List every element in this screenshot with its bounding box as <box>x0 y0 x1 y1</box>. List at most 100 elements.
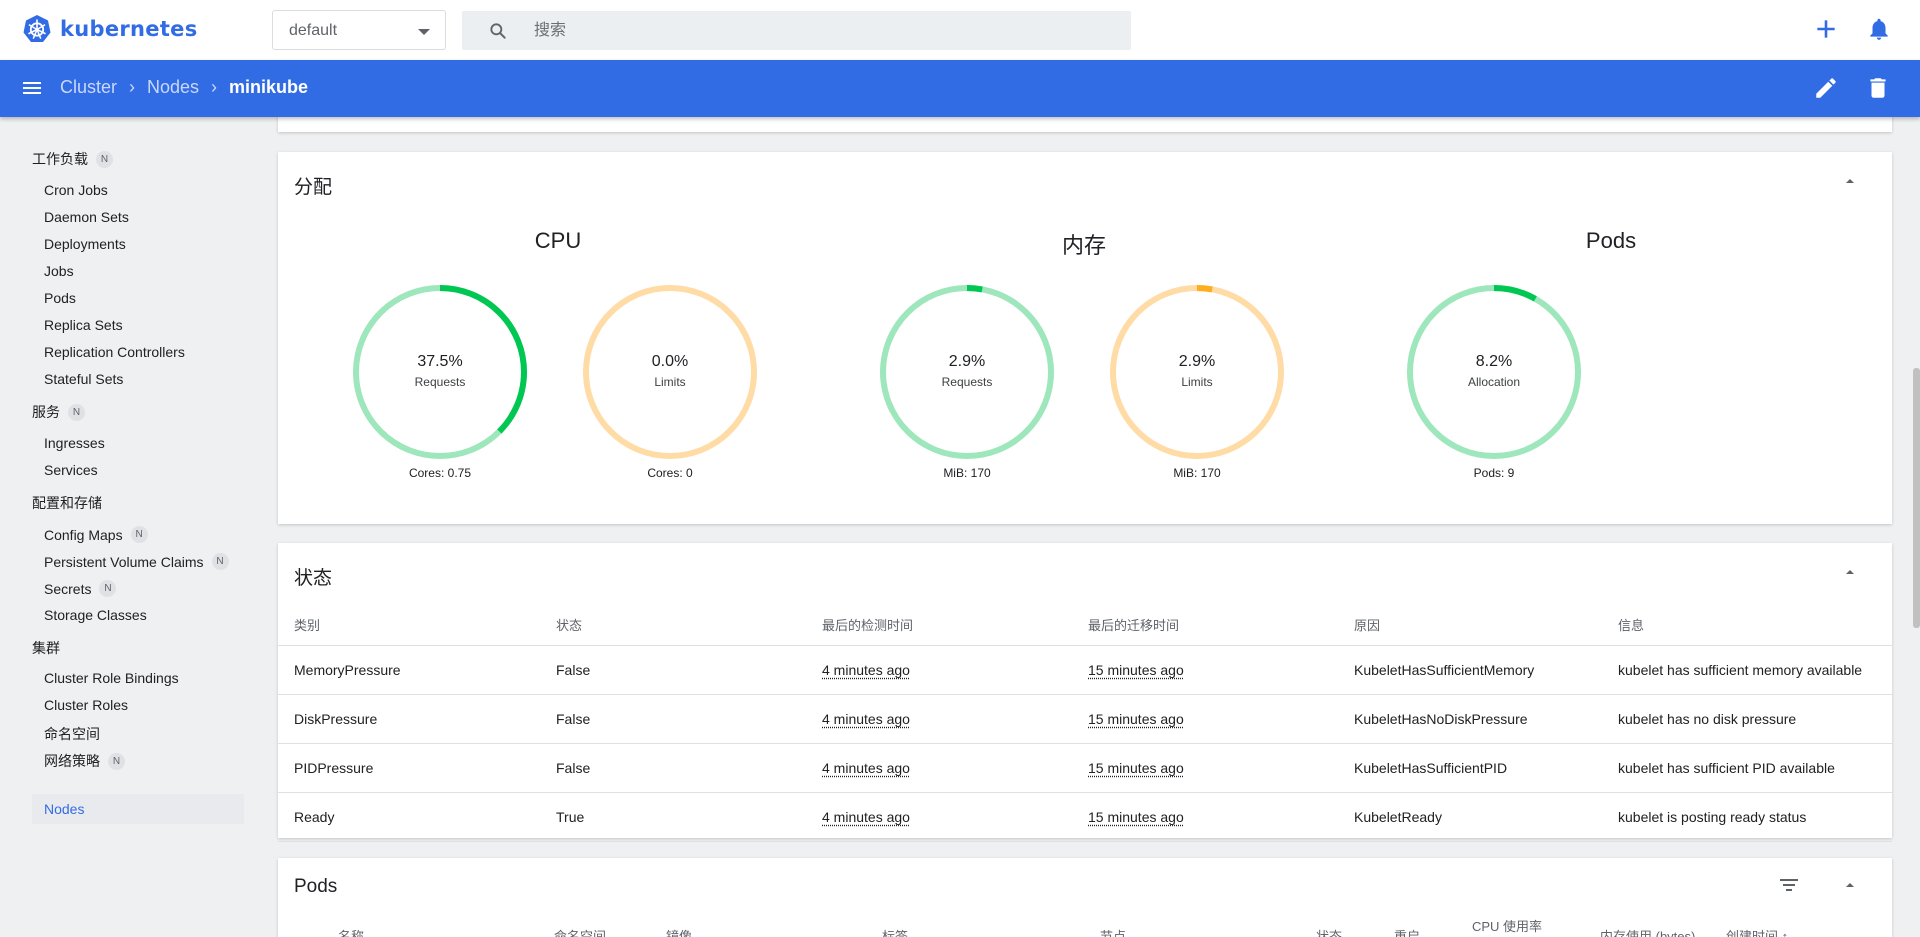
sidebar-item-replication-controllers[interactable]: Replication Controllers <box>44 344 185 360</box>
donut-label: Requests <box>414 375 466 389</box>
cell-type: PIDPressure <box>278 743 540 793</box>
search-icon <box>490 23 506 39</box>
column-header-namespace[interactable]: 命名空间 <box>554 926 606 937</box>
brand-name: kubernetes <box>60 17 198 41</box>
column-header-memory: 内存使用 (bytes) <box>1600 929 1696 937</box>
delete-trash-icon[interactable] <box>1865 75 1891 101</box>
column-header-node[interactable]: 节点 <box>1100 926 1126 937</box>
notifications-bell-icon[interactable] <box>1866 16 1892 42</box>
memory-limits-caption: MiB: 170 <box>1173 466 1221 480</box>
allocation-card: 分配 CPU 内存 Pods 37.5% Requests Cores: 0.75 0… <box>278 152 1892 524</box>
cell-reason: KubeletHasSufficientPID <box>1338 743 1602 793</box>
create-plus-icon[interactable] <box>1813 16 1839 42</box>
collapse-arrow-icon[interactable] <box>1841 876 1859 894</box>
sidebar-item-persistent-volume-claims[interactable]: Persistent Volume Claims N <box>44 553 229 570</box>
column-header-created[interactable]: 创建时间 ↑ <box>1726 926 1788 937</box>
sidebar-item-services[interactable]: Services <box>44 462 98 478</box>
sidebar-section-label: 配置和存储 <box>32 495 102 511</box>
sidebar-item-label: Config Maps <box>44 526 123 543</box>
sidebar-item-replica-sets[interactable]: Replica Sets <box>44 317 123 333</box>
cell-status: False <box>540 694 806 744</box>
column-header-restarts[interactable]: 重启 <box>1394 926 1420 937</box>
sidebar-section-workloads[interactable]: 工作负载 N <box>32 149 113 169</box>
sidebar-section-cluster[interactable]: 集群 <box>32 638 60 658</box>
sidebar-item-daemon-sets[interactable]: Daemon Sets <box>44 209 129 225</box>
sidebar-item-deployments[interactable]: Deployments <box>44 236 126 252</box>
cpu-requests-caption: Cores: 0.75 <box>408 466 472 480</box>
sidebar-section-services[interactable]: 服务 N <box>32 402 85 422</box>
column-header-status[interactable]: 状态 <box>1316 926 1342 937</box>
cell-status: False <box>540 743 806 793</box>
sidebar-item-nodes[interactable]: Nodes <box>32 794 244 824</box>
donut-ring <box>1110 285 1284 459</box>
pods-card: Pods 名称 命名空间 镜像 标签 节点 状态 重启 CPU 使用率 内存使用… <box>278 858 1892 937</box>
sidebar-item-cluster-roles[interactable]: Cluster Roles <box>44 697 128 713</box>
breadcrumb: Cluster › Nodes › minikube <box>60 77 308 98</box>
memory-requests-donut-chart: 2.9% Requests <box>876 281 1058 463</box>
namespaced-badge: N <box>68 403 85 421</box>
breadcrumb-nodes[interactable]: Nodes <box>147 77 199 98</box>
pods-allocation-donut-chart: 8.2% Allocation <box>1403 281 1585 463</box>
cell-last-probe: 4 minutes ago <box>806 743 1072 793</box>
sidebar-section-config-storage[interactable]: 配置和存储 <box>32 493 102 513</box>
sidebar-section-label: 集群 <box>32 640 60 656</box>
donut-track <box>1110 285 1284 459</box>
sidebar-item-ingresses[interactable]: Ingresses <box>44 435 105 451</box>
column-header-reason: 原因 <box>1338 605 1602 646</box>
sidebar-item-config-maps[interactable]: Config Maps N <box>44 526 148 543</box>
cell-message: kubelet is posting ready status <box>1602 792 1892 842</box>
sidebar-item-pods[interactable]: Pods <box>44 290 76 306</box>
sidebar-item-network-policies[interactable]: 网络策略 N <box>44 751 125 771</box>
kubernetes-logo[interactable]: kubernetes <box>22 14 198 44</box>
cell-last-transition: 15 minutes ago <box>1072 743 1338 793</box>
column-header-cpu: CPU 使用率 <box>1472 919 1543 934</box>
cell-last-probe: 4 minutes ago <box>806 792 1072 842</box>
collapse-arrow-icon[interactable] <box>1841 563 1859 581</box>
edit-pencil-icon[interactable] <box>1813 75 1839 101</box>
sidebar-item-secrets[interactable]: Secrets N <box>44 580 117 597</box>
filter-icon[interactable] <box>1778 874 1800 896</box>
donut-percent: 37.5% <box>417 353 463 370</box>
sidebar-item-jobs[interactable]: Jobs <box>44 263 74 279</box>
column-header-last-probe: 最后的检测时间 <box>806 605 1072 646</box>
namespace-select[interactable]: default <box>272 10 446 50</box>
column-header-status: 状态 <box>540 605 806 646</box>
conditions-table: 类别 状态 最后的检测时间 最后的迁移时间 原因 信息 MemoryPressu… <box>278 605 1892 842</box>
column-header-images: 镜像 <box>666 929 693 937</box>
sidebar-item-label: 网络策略 <box>44 753 100 769</box>
table-row: PIDPressure False 4 minutes ago 15 minut… <box>278 743 1892 793</box>
page-scrollbar[interactable] <box>1913 368 1920 628</box>
table-row: DiskPressure False 4 minutes ago 15 minu… <box>278 694 1892 744</box>
donut-ring <box>1407 285 1581 459</box>
cell-type: DiskPressure <box>278 694 540 744</box>
cell-last-transition: 15 minutes ago <box>1072 792 1338 842</box>
namespaced-badge: N <box>130 526 148 543</box>
sidebar-item-cron-jobs[interactable]: Cron Jobs <box>44 182 108 198</box>
sidebar-item-stateful-sets[interactable]: Stateful Sets <box>44 371 123 387</box>
donut-percent: 2.9% <box>1178 353 1216 370</box>
pods-group-title: Pods <box>1585 228 1637 253</box>
sidebar-item-cluster-role-bindings[interactable]: Cluster Role Bindings <box>44 670 179 686</box>
dropdown-caret-icon <box>418 29 430 35</box>
collapse-arrow-icon[interactable] <box>1841 172 1859 190</box>
breadcrumb-cluster[interactable]: Cluster <box>60 77 117 98</box>
donut-percent: 0.0% <box>651 353 689 370</box>
cpu-limits-caption: Cores: 0 <box>647 466 693 480</box>
memory-group-title: 内存 <box>1061 233 1106 258</box>
cell-reason: KubeletReady <box>1338 792 1602 842</box>
cell-reason: KubeletHasSufficientMemory <box>1338 645 1602 695</box>
pods-card-title: Pods <box>294 876 338 897</box>
hamburger-menu-icon[interactable] <box>20 76 44 100</box>
namespaced-badge: N <box>99 580 117 597</box>
column-header-name[interactable]: 名称 <box>338 926 364 937</box>
memory-limits-donut-chart: 2.9% Limits <box>1106 281 1288 463</box>
cell-last-probe: 4 minutes ago <box>806 645 1072 695</box>
column-header-labels: 标签 <box>882 929 909 937</box>
top-bar: kubernetes default <box>0 0 1920 60</box>
sidebar-item-namespaces[interactable]: 命名空间 <box>44 724 100 744</box>
cell-reason: KubeletHasNoDiskPressure <box>1338 694 1602 744</box>
search-bar <box>462 11 1131 50</box>
search-input[interactable] <box>534 18 1094 44</box>
sidebar-item-storage-classes[interactable]: Storage Classes <box>44 607 147 623</box>
app-bar: Cluster › Nodes › minikube <box>0 60 1920 117</box>
